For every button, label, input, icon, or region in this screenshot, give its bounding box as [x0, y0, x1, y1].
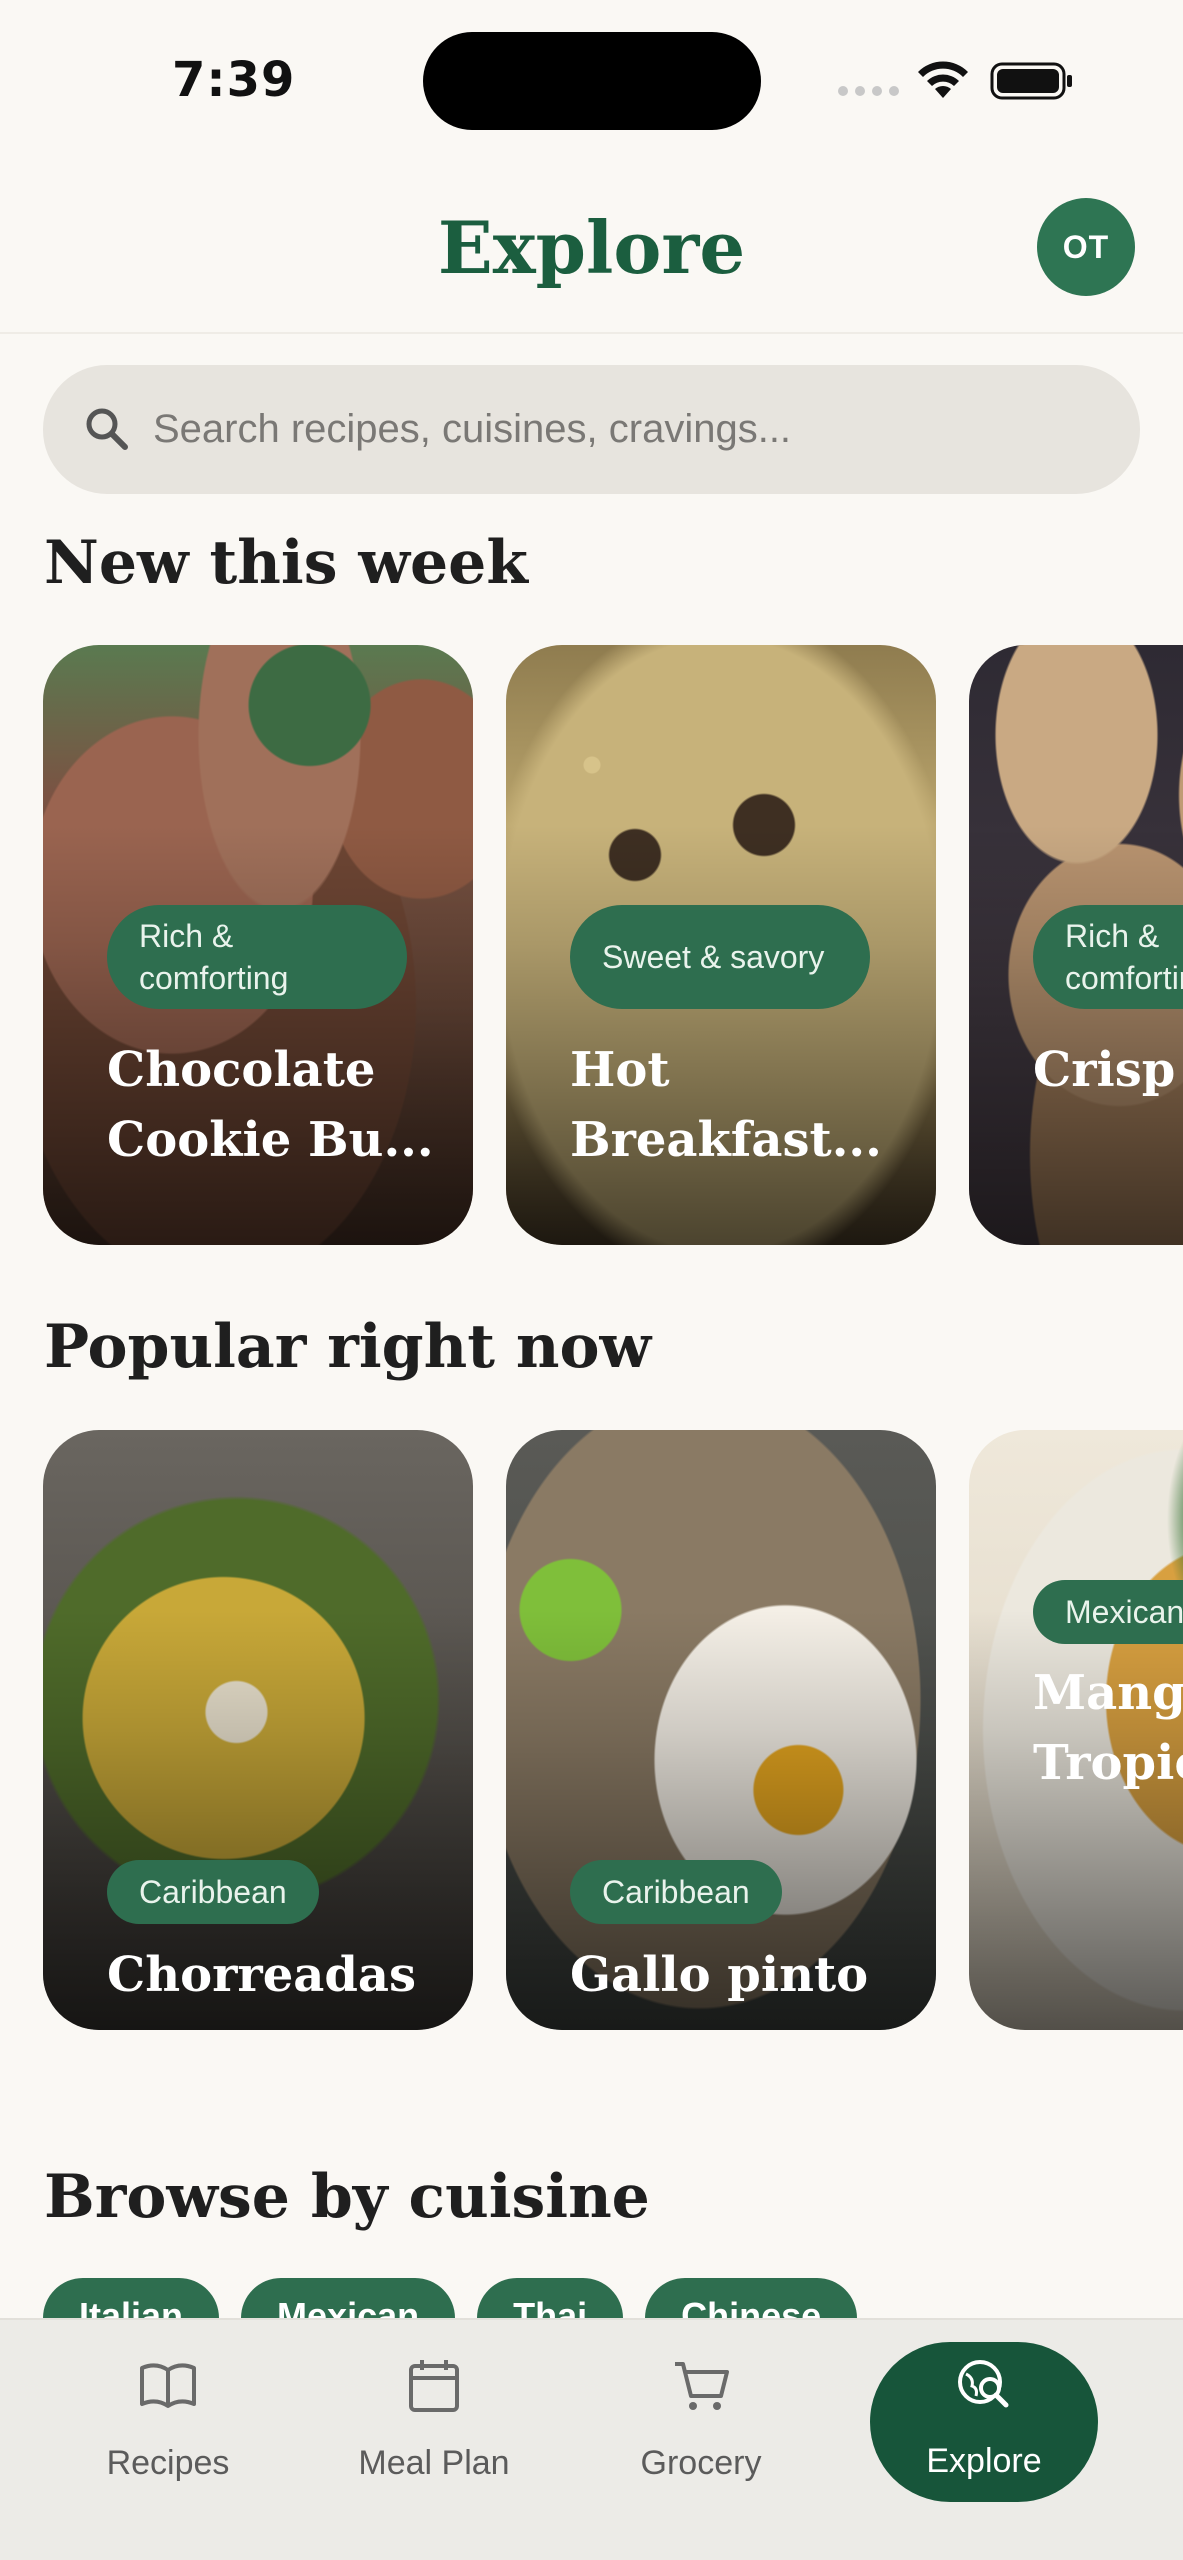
card-title: Chocolate Cookie Bu...	[107, 1042, 434, 1168]
nav-label: Meal Plan	[358, 2444, 510, 2482]
nav-recipes[interactable]: Recipes	[58, 2344, 278, 2504]
nav-grocery[interactable]: Grocery	[591, 2344, 811, 2504]
cellular-signal-icon	[838, 86, 899, 96]
recipe-card[interactable]: Rich & comforting Chocolate Cookie Bu...	[43, 645, 473, 1245]
card-title: Hot Breakfast...	[570, 1042, 882, 1168]
recipe-card[interactable]: Caribbean Chorreadas	[43, 1430, 473, 2030]
recipe-card[interactable]: Caribbean Gallo pinto	[506, 1430, 936, 2030]
nav-explore[interactable]: Explore	[870, 2342, 1098, 2502]
card-tag: Caribbean	[107, 1860, 319, 1924]
card-title: Chorreadas	[107, 1947, 417, 2003]
search-bar[interactable]	[43, 365, 1140, 494]
section-title-popular-right-now: Popular right now	[44, 1312, 652, 1382]
search-icon	[86, 408, 128, 450]
nav-label: Grocery	[640, 2444, 762, 2482]
battery-icon	[990, 62, 1072, 100]
nav-label: Explore	[926, 2442, 1042, 2480]
recipe-card[interactable]: Sweet & savory Hot Breakfast...	[506, 645, 936, 1245]
card-tag: Mexican	[1033, 1580, 1183, 1644]
section-title-new-this-week: New this week	[44, 528, 528, 598]
nav-meal-plan[interactable]: Meal Plan	[324, 2344, 544, 2504]
book-icon	[140, 2363, 196, 2408]
section-title-browse-by-cuisine: Browse by cuisine	[44, 2162, 650, 2232]
recipe-card[interactable]: Mexican Mango Tropic	[969, 1430, 1183, 2030]
card-tag: Rich & comforting	[1033, 905, 1183, 1009]
card-tag: Rich & comforting	[107, 905, 407, 1009]
popular-right-now-carousel[interactable]: Caribbean Chorreadas Caribbean Gallo pin…	[43, 1430, 1183, 2030]
new-this-week-carousel[interactable]: Rich & comforting Chocolate Cookie Bu...…	[43, 645, 1183, 1245]
card-title: Crisp Oatme	[1033, 1042, 1183, 1098]
status-time: 7:39	[172, 52, 296, 108]
status-bar: 7:39	[0, 0, 1183, 150]
card-title: Gallo pinto	[570, 1947, 869, 2003]
bottom-nav: Recipes Meal Plan Grocery Explore	[0, 2318, 1183, 2560]
cart-icon	[675, 2362, 729, 2410]
nav-label: Recipes	[106, 2444, 230, 2482]
calendar-icon	[409, 2360, 459, 2412]
card-title: Mango Tropic	[1033, 1665, 1183, 1791]
card-tag: Sweet & savory	[570, 905, 870, 1009]
card-tag: Caribbean	[570, 1860, 782, 1924]
explore-icon	[958, 2360, 1009, 2408]
page-title: Explore	[437, 205, 746, 290]
recipe-card[interactable]: Rich & comforting Crisp Oatme	[969, 645, 1183, 1245]
avatar[interactable]: OT	[1037, 198, 1135, 296]
app-header: Explore OT	[0, 150, 1183, 334]
wifi-icon	[918, 61, 968, 98]
dynamic-island	[423, 32, 761, 130]
search-input[interactable]	[153, 365, 1113, 494]
